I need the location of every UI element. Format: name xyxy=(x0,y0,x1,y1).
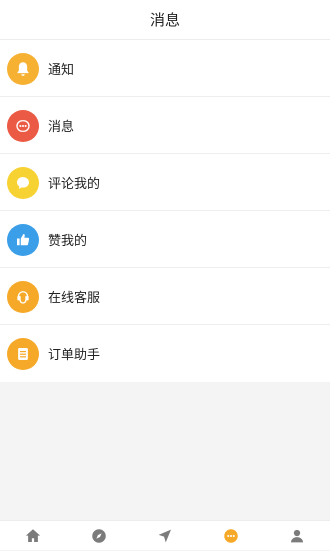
list-item-label: 通知 xyxy=(48,63,75,78)
page-title: 消息 xyxy=(149,11,180,29)
compass-icon xyxy=(92,528,106,543)
order-list-icon xyxy=(7,337,39,370)
list-item-label: 在线客服 xyxy=(48,291,101,306)
comment-bubble-icon xyxy=(7,166,39,199)
tab-profile[interactable] xyxy=(277,521,317,551)
home-icon xyxy=(25,528,41,542)
message-category-list: 通知 消息 评论我的 赞我的 在线客服 订单助手 xyxy=(0,40,330,382)
list-item-label: 订单助手 xyxy=(48,348,101,363)
customer-service-icon xyxy=(7,280,39,313)
list-item-label: 评论我的 xyxy=(48,177,101,192)
tab-messages[interactable] xyxy=(211,521,251,551)
tab-home[interactable] xyxy=(13,521,53,551)
thumbs-up-icon xyxy=(7,223,39,256)
tab-discover[interactable] xyxy=(79,521,119,551)
list-item-message[interactable]: 消息 xyxy=(0,97,330,154)
list-item-likes[interactable]: 赞我的 xyxy=(0,211,330,268)
message-dots-icon xyxy=(224,528,238,543)
bottom-tab-bar xyxy=(0,520,330,550)
chat-dots-icon xyxy=(7,109,39,142)
tab-nearby[interactable] xyxy=(145,521,185,551)
navigation-icon xyxy=(158,529,171,542)
list-item-order-assistant[interactable]: 订单助手 xyxy=(0,325,330,382)
profile-icon xyxy=(291,529,303,542)
header: 消息 xyxy=(0,0,330,40)
list-item-label: 赞我的 xyxy=(48,234,88,249)
list-item-customer-service[interactable]: 在线客服 xyxy=(0,268,330,325)
list-item-comments[interactable]: 评论我的 xyxy=(0,154,330,211)
bell-icon xyxy=(7,52,39,85)
list-item-notification[interactable]: 通知 xyxy=(0,40,330,97)
list-item-label: 消息 xyxy=(48,120,75,135)
